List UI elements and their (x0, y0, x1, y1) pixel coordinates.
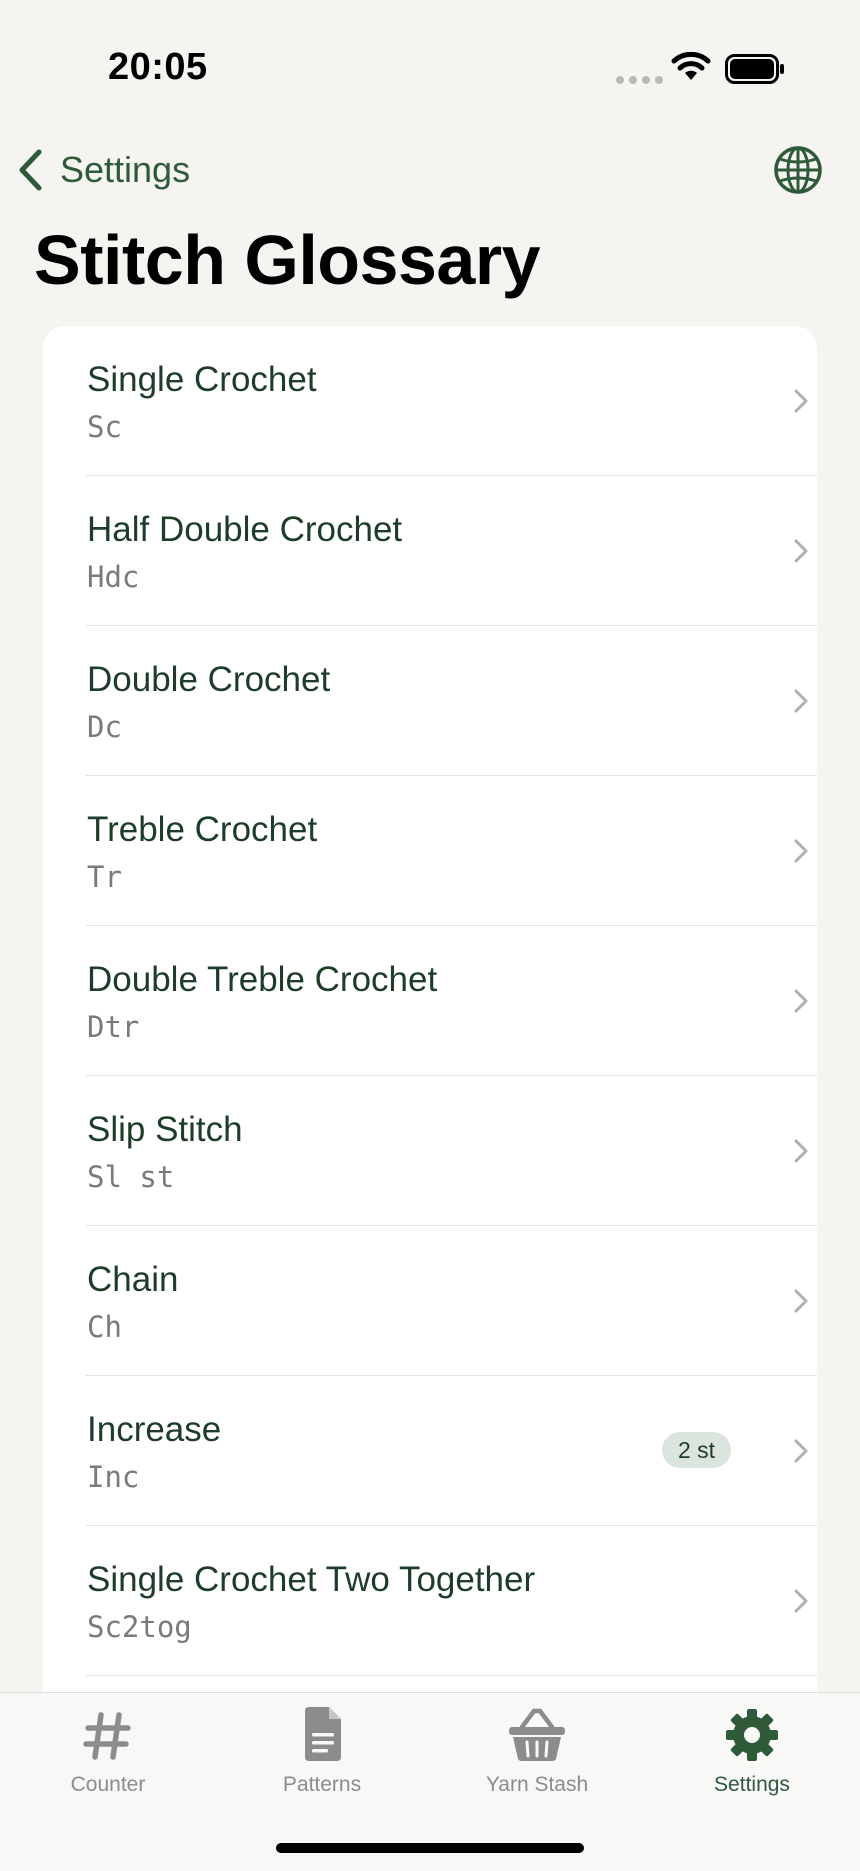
stitch-abbreviation: Dtr (87, 1010, 140, 1044)
back-button[interactable]: Settings (16, 148, 190, 192)
list-item[interactable]: Treble Crochet Tr (43, 776, 817, 926)
stitch-abbreviation: Dc (87, 710, 122, 744)
chevron-right-icon (794, 839, 808, 863)
hash-icon (83, 1712, 131, 1760)
cellular-signal-icon (616, 76, 663, 84)
list-item[interactable]: Double Treble Crochet Dtr (43, 926, 817, 1076)
chevron-right-icon (794, 1439, 808, 1463)
stitch-list: Single Crochet Sc Half Double Crochet Hd… (43, 326, 817, 1698)
stitch-abbreviation: Hdc (87, 560, 140, 594)
stitch-name: Treble Crochet (87, 810, 318, 849)
tab-settings[interactable]: Settings (667, 1703, 837, 1813)
stitch-name: Slip Stitch (87, 1110, 243, 1149)
stitch-name: Single Crochet Two Together (87, 1560, 536, 1599)
navigation-bar: Settings (0, 130, 860, 230)
tab-label: Settings (714, 1773, 790, 1796)
chevron-right-icon (794, 1589, 808, 1613)
globe-icon[interactable] (772, 144, 824, 196)
tab-counter[interactable]: Counter (23, 1703, 193, 1813)
tab-yarn-stash[interactable]: Yarn Stash (452, 1703, 622, 1813)
list-item[interactable]: Half Double Crochet Hdc (43, 476, 817, 626)
document-icon (305, 1707, 341, 1761)
stitch-abbreviation: Inc (87, 1460, 140, 1494)
list-item[interactable]: Single Crochet Two Together Sc2tog (43, 1526, 817, 1676)
chevron-right-icon (794, 539, 808, 563)
stitch-abbreviation: Sc (87, 410, 122, 444)
status-time: 20:05 (108, 46, 208, 88)
stitch-name: Half Double Crochet (87, 510, 403, 549)
stitch-abbreviation: Tr (87, 860, 122, 894)
stitch-name: Single Crochet (87, 360, 317, 399)
list-item[interactable]: Chain Ch (43, 1226, 817, 1376)
chevron-right-icon (794, 389, 808, 413)
home-indicator (276, 1843, 584, 1853)
chevron-left-icon (19, 149, 42, 191)
tab-label: Yarn Stash (485, 1773, 589, 1796)
stitch-name: Double Treble Crochet (87, 960, 438, 999)
tab-label: Patterns (282, 1773, 362, 1796)
chevron-right-icon (794, 1139, 808, 1163)
page-title: Stitch Glossary (34, 221, 541, 299)
stitch-abbreviation: Ch (87, 1310, 122, 1344)
row-divider (86, 1674, 817, 1676)
list-item[interactable]: Single Crochet Sc (43, 326, 817, 476)
chevron-right-icon (794, 689, 808, 713)
stitch-abbreviation: Sl st (87, 1160, 175, 1194)
list-item[interactable]: Double Crochet Dc (43, 626, 817, 776)
tab-patterns[interactable]: Patterns (237, 1703, 407, 1813)
wifi-icon (671, 52, 711, 80)
gear-icon (726, 1709, 778, 1761)
basket-icon (509, 1708, 565, 1761)
stitch-name: Chain (87, 1260, 179, 1299)
chevron-right-icon (794, 1289, 808, 1313)
chevron-right-icon (794, 989, 808, 1013)
status-bar: 20:05 (0, 0, 860, 130)
tab-bar: Counter Patterns Yarn Stash Settings (0, 1692, 860, 1871)
list-item[interactable]: Increase Inc 2 st (43, 1376, 817, 1526)
stitch-name: Double Crochet (87, 660, 331, 699)
battery-icon (725, 54, 784, 84)
tab-label: Counter (70, 1773, 146, 1796)
back-button-label: Settings (60, 149, 191, 190)
stitch-abbreviation: Sc2tog (87, 1610, 192, 1644)
stitch-name: Increase (87, 1410, 222, 1449)
list-item[interactable]: Slip Stitch Sl st (43, 1076, 817, 1226)
stitch-count-badge: 2 st (662, 1432, 731, 1468)
